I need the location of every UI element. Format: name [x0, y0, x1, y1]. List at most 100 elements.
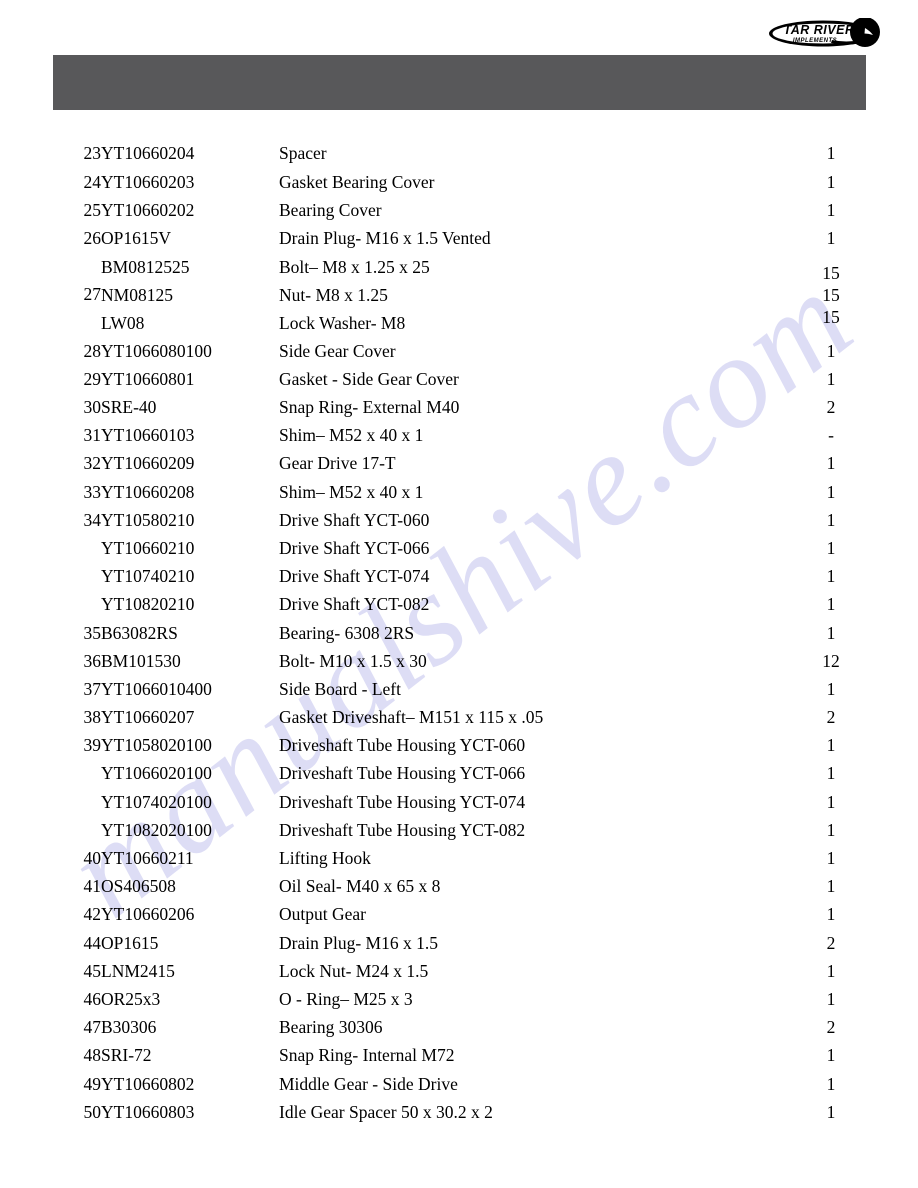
item-number-cell: 28 [83, 340, 102, 361]
table-row: 34 YT10580210 Drive Shaft YCT-060 1 [53, 506, 866, 534]
part-number-cell: YT10580210 [101, 509, 195, 530]
description-cell: Snap Ring- External M40 [279, 397, 460, 418]
quantity-cell: 1 [826, 453, 836, 474]
quantity-cell: 1 [826, 1073, 836, 1094]
item-number-cell [53, 591, 101, 619]
part-number-cell: YT10660203 [101, 171, 195, 192]
quantity-cell: 1 [826, 1045, 836, 1066]
table-row: 39 YT1058020100 Driveshaft Tube Housing YC… [53, 732, 866, 760]
table-row: 30 SRE-40 Snap Ring- External M40 2 [53, 394, 866, 422]
part-number-cell: YT1058020100 [101, 735, 212, 756]
svg-text:TAR RIVER: TAR RIVER [784, 23, 855, 37]
description-cell: Shim– M52 x 40 x 1 [279, 481, 424, 502]
description-cell: Gasket Bearing Cover [279, 171, 435, 192]
part-number-cell: SRE-40 [101, 397, 157, 418]
item-number-cell: 23 [83, 143, 102, 164]
description-cell: Lock Nut- M24 x 1.5 [279, 960, 429, 981]
description-cell: Side Gear Cover [279, 340, 396, 361]
item-number-cell [53, 788, 101, 816]
item-number-cell: 37 [83, 678, 102, 699]
table-row: 35 B63082RS Bearing- 6308 2RS 1 [53, 619, 866, 647]
table-row: 33 YT10660208 Shim– M52 x 40 x 1 1 [53, 478, 866, 506]
table-row: YT10740210 Drive Shaft YCT-074 1 [53, 563, 866, 591]
description-cell: Bolt– M8 x 1.25 x 25 Nut- M8 x 1.25 Lock W… [279, 253, 796, 338]
item-number-cell: 49 [83, 1073, 102, 1094]
quantity-cell: 1 [826, 876, 836, 897]
quantity-cell: 1 [826, 848, 836, 869]
description-cell: Gear Drive 17-T [279, 453, 396, 474]
quantity-cell: 1 [826, 537, 836, 558]
quantity-cell: 1 [826, 988, 836, 1009]
part-number-cell: YT10660210 [101, 537, 195, 558]
table-row: 26 OP1615V Drain Plug- M16 x 1.5 Vented 1 [53, 225, 866, 253]
table-row: 36 BM101530 Bolt- M10 x 1.5 x 30 12 [53, 647, 866, 675]
description-cell: Drive Shaft YCT-066 [279, 537, 430, 558]
quantity-cell: 1 [826, 199, 836, 220]
quantity-cell: 1 [826, 791, 836, 812]
part-line: BM0812525 [101, 256, 190, 277]
part-number-cell: YT10660202 [101, 199, 195, 220]
item-number-cell: 25 [83, 199, 102, 220]
description-cell: Driveshaft Tube Housing YCT-082 [279, 819, 526, 840]
quantity-cell: 1 [826, 819, 836, 840]
quantity-cell: 1 [826, 171, 836, 192]
description-cell: Bearing 30306 [279, 1017, 383, 1038]
part-number-cell: YT10660206 [101, 904, 195, 925]
grouped-lines: 15 15 15 [796, 262, 866, 328]
part-line: LW08 [101, 313, 145, 334]
part-number-cell: YT10660211 [101, 848, 194, 869]
table-row: 27 BM0812525 NM08125 LW08 Bolt– M8 x 1.25 x … [53, 253, 866, 338]
item-number-cell [53, 817, 101, 845]
part-number-cell: SRI-72 [101, 1045, 152, 1066]
part-number-cell: YT1082020100 [101, 819, 212, 840]
table-row: 42 YT10660206 Output Gear 1 [53, 901, 866, 929]
table-row: YT10820210 Drive Shaft YCT-082 1 [53, 591, 866, 619]
description-cell: Drive Shaft YCT-060 [279, 509, 430, 530]
table-row: 40 YT10660211 Lifting Hook 1 [53, 845, 866, 873]
table-row: 29 YT10660801 Gasket - Side Gear Cover 1 [53, 366, 866, 394]
table-row: 48 SRI-72 Snap Ring- Internal M72 1 [53, 1042, 866, 1070]
description-cell: Drive Shaft YCT-082 [279, 594, 430, 615]
table-row: 44 OP1615 Drain Plug- M16 x 1.5 2 [53, 929, 866, 957]
item-number-cell [53, 563, 101, 591]
table-row: 50 YT10660803 Idle Gear Spacer 50 x 30.2 x… [53, 1098, 866, 1126]
description-cell: Drain Plug- M16 x 1.5 Vented [279, 227, 491, 248]
item-number-cell: 31 [83, 425, 102, 446]
quantity-cell: 1 [826, 566, 836, 587]
quantity-cell: 1 [826, 227, 836, 248]
part-number-cell: YT10820210 [101, 594, 195, 615]
part-number-cell: OS406508 [101, 876, 176, 897]
item-number-cell: 45 [83, 960, 102, 981]
quantity-cell: 1 [826, 678, 836, 699]
description-cell: Gasket - Side Gear Cover [279, 368, 459, 389]
part-number-cell: YT10660103 [101, 425, 195, 446]
part-number-cell: OP1615 [101, 932, 159, 953]
description-cell: O - Ring– M25 x 3 [279, 988, 413, 1009]
item-number-cell [53, 535, 101, 563]
item-number-cell: 38 [83, 707, 102, 728]
item-number-cell [53, 760, 101, 788]
quantity-cell: 1 [826, 960, 836, 981]
description-cell: Bearing- 6308 2RS [279, 622, 415, 643]
qty-line: 15 [822, 285, 840, 306]
table-row: YT10660210 Drive Shaft YCT-066 1 [53, 535, 866, 563]
part-number-cell: B63082RS [101, 622, 178, 643]
quantity-cell: 1 [826, 368, 836, 389]
item-number-cell: 32 [83, 453, 102, 474]
item-number-cell: 26 [83, 227, 102, 248]
part-number-cell: YT10660209 [101, 453, 195, 474]
part-number-cell: BM101530 [101, 650, 181, 671]
document-page: manualshive.com TAR RIVER IMPLEMENTS 23 Y… [0, 0, 918, 1188]
description-cell: Driveshaft Tube Housing YCT-060 [279, 735, 526, 756]
quantity-cell: 1 [826, 481, 836, 502]
header-band [53, 55, 866, 110]
table-row: 47 B30306 Bearing 30306 2 [53, 1014, 866, 1042]
item-number-cell: 24 [83, 171, 102, 192]
description-cell: Snap Ring- Internal M72 [279, 1045, 455, 1066]
table-row: 41 OS406508 Oil Seal- M40 x 65 x 8 1 [53, 873, 866, 901]
desc-line: Lock Washer- M8 [279, 313, 406, 334]
quantity-cell: - [828, 425, 834, 446]
table-row: 28 YT1066080100 Side Gear Cover 1 [53, 337, 866, 365]
description-cell: Oil Seal- M40 x 65 x 8 [279, 876, 441, 897]
parts-table: 23 YT10660204 Spacer 1 24 YT10660203 Gasket Be… [53, 140, 866, 1127]
